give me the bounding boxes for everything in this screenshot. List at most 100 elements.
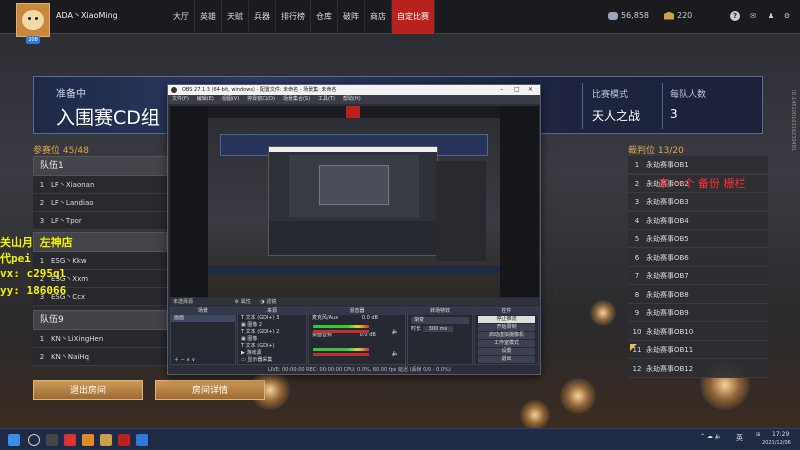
- source-name: 图像: [247, 336, 258, 342]
- menu-docks[interactable]: 停靠窗口(D): [243, 95, 279, 104]
- room-details-button[interactable]: 房间详情: [155, 380, 265, 400]
- menu-scene-collection[interactable]: 场景集合(S): [279, 95, 314, 104]
- virtual-camera-button[interactable]: 启动虚拟摄像机: [478, 332, 535, 339]
- tray-icon[interactable]: ⊞: [756, 432, 760, 438]
- nav-weapons[interactable]: 兵器: [249, 0, 276, 34]
- stop-streaming-button[interactable]: 停止推流: [478, 316, 535, 323]
- studio-mode-button[interactable]: 工作室模式: [478, 340, 535, 347]
- team-header[interactable]: 队伍1: [33, 156, 167, 176]
- properties-button[interactable]: ⚙ 属性: [235, 299, 251, 305]
- team-member-row[interactable]: 1 KN丶LiXingHen: [33, 330, 167, 348]
- search-icon[interactable]: [28, 434, 40, 446]
- friends-icon[interactable]: ♟: [766, 11, 776, 21]
- sources-dock: 来源 T 文本 (GDI+) 3 ▣ 图像 2 T 文本 (GDI+) 2 ▣ …: [237, 307, 307, 365]
- help-icon[interactable]: ?: [730, 11, 740, 21]
- clock[interactable]: 17:29: [772, 431, 789, 438]
- gold-amount: 220: [677, 11, 693, 20]
- menu-file[interactable]: 文件(F): [168, 95, 193, 104]
- lantern-glow: [560, 378, 596, 414]
- nested-obs-window: [268, 146, 438, 256]
- transition-select[interactable]: 渐变: [411, 317, 469, 324]
- referee-row[interactable]: 11 永劫赛事OB11: [628, 341, 768, 359]
- maximize-icon[interactable]: □: [514, 85, 520, 95]
- source-item[interactable]: ▣ 图像 2: [238, 322, 306, 329]
- referee-row[interactable]: 9 永劫赛事OB9: [628, 304, 768, 322]
- minimize-icon[interactable]: –: [500, 85, 503, 95]
- obs-title-bar[interactable]: OBS 27.1.3 (64-bit, windows) - 配置文件: 未命名…: [168, 85, 540, 95]
- avatar[interactable]: [16, 3, 50, 37]
- scene-toolbar[interactable]: ＋ − ∧ ∨: [171, 357, 195, 364]
- nav-lobby[interactable]: 大厅: [168, 0, 195, 34]
- nav-heroes[interactable]: 英雄: [195, 0, 222, 34]
- preview-taskbar: [208, 266, 500, 274]
- exit-button[interactable]: 退出: [478, 356, 535, 363]
- referee-row[interactable]: 7 永劫赛事OB7: [628, 267, 768, 285]
- game-app-icon[interactable]: [118, 434, 130, 446]
- nav-leaderboard[interactable]: 排行榜: [276, 0, 311, 34]
- referee-row[interactable]: 8 永劫赛事OB8: [628, 285, 768, 304]
- team-header[interactable]: 队伍9: [33, 310, 167, 330]
- scene-item[interactable]: 画面: [171, 315, 235, 322]
- duration-input[interactable]: 300 ms: [422, 326, 454, 332]
- source-item[interactable]: ▣ 图像: [238, 336, 306, 343]
- menu-view[interactable]: 视图(V): [218, 95, 243, 104]
- volume-slider[interactable]: [313, 353, 369, 356]
- referee-row[interactable]: 5 永劫赛事OB5: [628, 230, 768, 248]
- nav-pozhen[interactable]: 破阵: [338, 0, 365, 34]
- source-item[interactable]: T 文本 (GDI+) 3: [238, 315, 306, 322]
- overlay-red-text: 来 一个 备份 栅栏: [658, 177, 746, 190]
- team-member-row[interactable]: 1 LF丶Xiaonan: [33, 176, 167, 194]
- menu-help[interactable]: 帮助(H): [339, 95, 365, 104]
- nav-custom-match[interactable]: 自定比赛: [392, 0, 435, 34]
- tray-icons[interactable]: ⌃ ☁ 🔈: [700, 433, 722, 440]
- obs-preview[interactable]: [170, 106, 539, 297]
- referee-row[interactable]: 12 永劫赛事OB12: [628, 359, 768, 378]
- nav-shop[interactable]: 商店: [365, 0, 392, 34]
- source-item[interactable]: ▶ 游戏源: [238, 350, 306, 357]
- nav-warehouse[interactable]: 仓库: [311, 0, 338, 34]
- exit-room-button[interactable]: 退出房间: [33, 380, 143, 400]
- mail-icon[interactable]: ✉: [748, 11, 758, 21]
- nested-preview: [289, 155, 419, 217]
- menu-edit[interactable]: 编辑(E): [193, 95, 218, 104]
- app-icon[interactable]: [136, 434, 148, 446]
- nested-preview-inner: [319, 165, 389, 205]
- close-icon[interactable]: ✕: [528, 85, 533, 95]
- input-language[interactable]: 英: [736, 433, 743, 443]
- app-icon[interactable]: [64, 434, 76, 446]
- speaker-icon[interactable]: 🔈: [392, 350, 399, 357]
- gear-icon[interactable]: ⚙: [782, 11, 792, 21]
- overlay-line: 代pei: [0, 252, 31, 265]
- divider: [662, 83, 663, 129]
- menu-tools[interactable]: 工具(T): [314, 95, 339, 104]
- player-name: KN丶NaiHq: [51, 353, 90, 361]
- team-member-row[interactable]: 2 KN丶NaiHq: [33, 348, 167, 366]
- app-icon[interactable]: [100, 434, 112, 446]
- referee-row[interactable]: 4 永劫赛事OB4: [628, 211, 768, 230]
- referee-row[interactable]: 6 永劫赛事OB6: [628, 248, 768, 267]
- source-name: 游戏源: [246, 350, 262, 356]
- windows-start-icon[interactable]: [8, 434, 20, 446]
- speaker-icon[interactable]: 🔈: [392, 328, 399, 335]
- slot-number: 12: [632, 364, 642, 373]
- filters-button[interactable]: ◑ 滤镜: [260, 299, 276, 305]
- referee-row[interactable]: 3 永劫赛事OB3: [628, 193, 768, 211]
- volume-slider[interactable]: [313, 330, 369, 333]
- obs-window[interactable]: OBS 27.1.3 (64-bit, windows) - 配置文件: 未命名…: [167, 84, 541, 375]
- task-view-icon[interactable]: [46, 434, 58, 446]
- obs-logo-icon: [171, 87, 177, 93]
- source-name: 文本 (GDI+) 2: [245, 329, 280, 335]
- source-item[interactable]: T 文本 (GDI+): [238, 343, 306, 350]
- referee-row[interactable]: 10 永劫赛事OB10: [628, 322, 768, 341]
- source-item[interactable]: T 文本 (GDI+) 2: [238, 329, 306, 336]
- nav-talents[interactable]: 天赋: [222, 0, 249, 34]
- source-item[interactable]: ▭ 显示器采集: [238, 357, 306, 364]
- team-member-row[interactable]: 3 LF丶Tpor: [33, 212, 167, 230]
- settings-button[interactable]: 设置: [478, 348, 535, 355]
- app-icon[interactable]: [82, 434, 94, 446]
- sources-dock-title: 来源: [238, 308, 306, 315]
- slot-number: 5: [634, 235, 640, 243]
- referee-row[interactable]: 1 永劫赛事OB1: [628, 156, 768, 174]
- start-recording-button[interactable]: 开始录制: [478, 324, 535, 331]
- team-member-row[interactable]: 2 LF丶Landiao: [33, 194, 167, 212]
